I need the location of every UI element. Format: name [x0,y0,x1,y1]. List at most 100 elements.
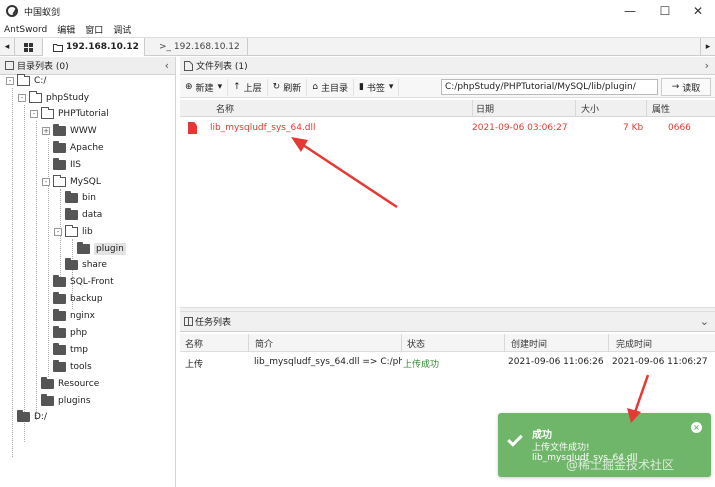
collapse-icon[interactable]: - [30,110,38,118]
folder-icon [53,124,66,136]
task-panel-title: 任务列表 [195,318,232,328]
tab-scroll-right[interactable]: ▸ [700,38,715,56]
tab-terminal[interactable]: >_ 192.168.10.12 [145,38,248,56]
collapse-down-icon[interactable]: ⌄ [700,315,709,328]
column-separator[interactable] [472,100,473,117]
tab-scroll-left[interactable]: ◂ [0,38,15,56]
menu-antsword[interactable]: AntSword [4,25,47,35]
menu-window[interactable]: 窗口 [85,23,103,36]
tree-item-label: share [82,260,107,270]
refresh-icon: ↻ [272,82,281,92]
collapse-right-icon[interactable]: › [705,59,709,72]
task-row[interactable]: 上传 lib_mysqludf_sys_64.dll => C:/phpSt 上… [180,354,715,370]
menu-debug[interactable]: 调试 [113,23,131,36]
file-list-icon [184,60,193,71]
up-button[interactable]: ↑ 上层 [228,78,268,96]
tree-item-tmp[interactable]: tmp [42,342,88,358]
read-button-label: 读取 [682,83,701,94]
tree-item-label: C:/ [34,76,47,86]
task-column-status[interactable]: 状态 [407,337,425,350]
column-size[interactable]: 大小 [581,102,599,115]
tree-item-d[interactable]: D:/ [6,409,47,425]
tab-home[interactable] [15,38,43,56]
tree-item-resource[interactable]: Resource [30,376,99,392]
tree-item-php[interactable]: php [42,325,87,341]
folder-icon [53,360,66,372]
tree-item-nginx[interactable]: nginx [42,308,95,324]
collapse-icon[interactable]: - [6,77,14,85]
toast-close-icon[interactable]: × [691,422,702,433]
tree-item-www[interactable]: + WWW [42,123,97,139]
collapse-icon[interactable]: - [54,228,62,236]
menu-edit[interactable]: 编辑 [57,23,75,36]
task-column-desc[interactable]: 简介 [255,337,273,350]
directory-panel: 目录列表 (0) ‹ - C:/- phpStudy - PHPTutorial + WWW… [0,57,176,487]
file-row[interactable]: lib_mysqludf_sys_64.dll 2021-09-06 03:06… [180,120,715,137]
tree-item-plugins[interactable]: plugins [30,393,91,409]
minimize-button[interactable]: — [613,0,647,22]
tree-item-plugin[interactable]: plugin [66,241,126,257]
path-input[interactable] [441,79,658,95]
file-attr: 0666 [668,123,691,133]
tree-item-c[interactable]: - C:/ [6,73,46,89]
home-button[interactable]: ⌂ 主目录 [307,78,354,96]
new-button[interactable]: ⊕ 新建 ▾ [180,78,229,96]
expand-icon[interactable]: + [42,127,50,135]
file-size: 7 Kb [623,123,644,133]
toast-title: 成功 [532,430,552,441]
menu-bar: AntSword 编辑 窗口 调试 [0,22,715,37]
task-column-finished[interactable]: 完成时间 [616,337,652,350]
folder-icon [65,191,78,203]
tree-item-mysql[interactable]: - MySQL [42,174,101,190]
folder-icon [53,343,66,355]
grid-icon [24,42,33,52]
column-name[interactable]: 名称 [216,102,234,115]
tree-item-label: MySQL [70,177,101,187]
column-separator[interactable] [575,100,576,117]
refresh-button[interactable]: ↻ 刷新 [268,78,308,96]
tree-item-share[interactable]: share [54,257,107,273]
column-date[interactable]: 日期 [476,102,494,115]
tree-item-backup[interactable]: backup [42,291,103,307]
tree-item-label: nginx [70,311,95,321]
maximize-button[interactable]: ☐ [648,0,682,22]
refresh-button-label: 刷新 [283,83,302,94]
bookmark-button[interactable]: ▮ 书签 ▾ [354,78,400,96]
tab-file-manager[interactable]: 192.168.10.12 [43,38,145,56]
tree-item-label: phpStudy [46,93,90,103]
tree-item-label: tmp [70,345,89,355]
arrow-right-icon: → [671,82,680,92]
folder-icon [41,377,54,389]
file-table-header: 名称 日期 大小 属性 [180,100,715,117]
tree-item-bin[interactable]: bin [54,190,96,206]
task-column-name[interactable]: 名称 [185,337,203,350]
collapse-left-icon[interactable]: ‹ [165,59,169,72]
task-column-created[interactable]: 创建时间 [511,337,547,350]
watermark: @稀土掘金技术社区 [566,458,675,472]
folder-icon [53,43,63,52]
column-separator[interactable] [646,100,647,117]
tree-item-data[interactable]: data [54,207,102,223]
read-button[interactable]: → 读取 [661,78,711,96]
tree-item-iis[interactable]: IIS [42,157,81,173]
file-icon [188,122,197,134]
tree-item-lib[interactable]: - lib [54,224,93,240]
column-attr[interactable]: 属性 [652,102,670,115]
column-separator[interactable] [608,334,609,352]
collapse-icon[interactable]: - [42,178,50,186]
tree-item-apache[interactable]: Apache [42,140,104,156]
column-separator[interactable] [401,334,402,352]
column-separator[interactable] [248,334,249,352]
column-separator[interactable] [504,334,505,352]
tree-item-label: plugins [58,396,91,406]
folder-icon [77,242,90,254]
folder-icon [53,275,66,287]
folder-icon [65,258,78,270]
close-button[interactable]: ✕ [681,0,715,22]
collapse-icon[interactable]: - [18,94,26,102]
tree-item-phpstudy[interactable]: - phpStudy [18,90,89,106]
tree-item-tools[interactable]: tools [42,359,92,375]
tree-item-phptutorial[interactable]: - PHPTutorial [30,106,109,122]
tree-item-sql-front[interactable]: SQL-Front [42,274,114,290]
antsword-logo-icon [6,5,18,17]
